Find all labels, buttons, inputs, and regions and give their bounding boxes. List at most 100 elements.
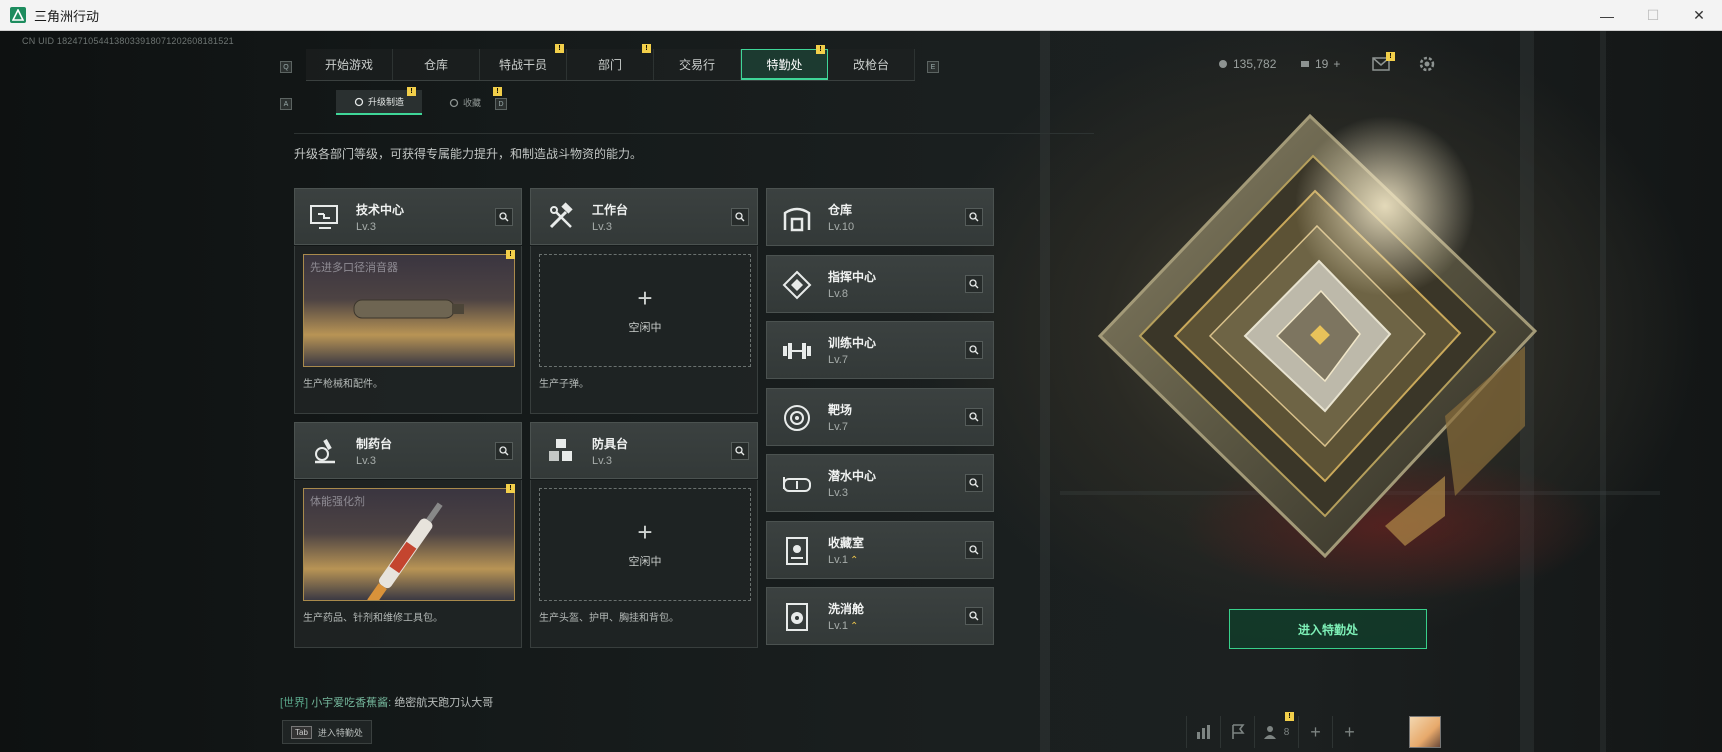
add-ticket-button[interactable]: + (1333, 57, 1340, 71)
facility-level: Lv.1 ⌃ (828, 620, 859, 632)
production-slot[interactable]: 先进多口径消音器 (303, 254, 515, 367)
add-slot-icon[interactable]: + (1332, 716, 1366, 748)
subtab-0[interactable]: 升级制造! (336, 87, 422, 115)
bottom-toolbar: 8 ! + + (1186, 712, 1366, 748)
notification-badge: ! (555, 44, 564, 53)
minimize-button[interactable]: — (1584, 0, 1630, 31)
page-description: 升级各部门等级，可获得专属能力提升，和制造战斗物资的能力。 (294, 147, 643, 161)
tab-3[interactable]: 部门! (567, 44, 654, 80)
coin-icon (1219, 60, 1227, 68)
facility-name: 制药台 (356, 437, 393, 451)
friends-icon (1263, 726, 1276, 739)
empty-production-slot[interactable]: + 空闲中 (539, 488, 751, 601)
tab-label: 特勤处 (766, 57, 803, 72)
magnify-icon[interactable] (495, 208, 513, 226)
facility-card-body[interactable]: 体能强化剂! 生产药品、针剂和维修工具包。 (294, 480, 522, 648)
facility-card-header[interactable]: 工作台 Lv.3 (530, 188, 758, 245)
flag-icon[interactable] (1220, 716, 1254, 748)
facility-card-body[interactable]: 先进多口径消音器! 生产枪械和配件。 (294, 246, 522, 414)
add-production-icon: + (637, 517, 653, 547)
facility-card-warehouse[interactable]: 仓库 Lv.10 (766, 188, 994, 246)
facility-level: Lv.3 (356, 455, 376, 467)
magnify-icon[interactable] (965, 274, 983, 293)
product-name: 先进多口径消音器 (310, 262, 398, 274)
tab-2[interactable]: 特战干员! (480, 44, 567, 80)
maximize-button[interactable]: ☐ (1630, 0, 1676, 31)
chat-line[interactable]: [世界] 小宇爱吃香蕉酱: 绝密航天跑刀认大哥 (280, 694, 493, 710)
facility-level: Lv.7 (828, 420, 848, 433)
facility-card-radiation[interactable]: 洗消舱 Lv.1 ⌃ (766, 587, 994, 645)
player-avatar[interactable] (1409, 716, 1441, 748)
production-slot[interactable]: 体能强化剂 (303, 488, 515, 601)
magnify-icon[interactable] (965, 341, 983, 359)
subtab-label: 收藏 (462, 98, 481, 108)
warehouse-icon (775, 196, 819, 240)
facility-card-header[interactable]: 制药台 Lv.3 (294, 422, 522, 479)
divider (294, 133, 1094, 134)
magnify-icon[interactable] (495, 442, 513, 460)
magnify-icon[interactable] (731, 208, 749, 226)
tab-6[interactable]: 改枪台 (828, 49, 915, 80)
nav-next-key[interactable]: E (927, 61, 939, 73)
settings-gear-icon[interactable] (1418, 55, 1436, 78)
tab-0[interactable]: 开始游戏 (306, 49, 393, 80)
idle-label: 空闲中 (628, 322, 662, 334)
facility-card-command[interactable]: 指挥中心 Lv.8 (766, 254, 994, 313)
facility-card-diving-mask[interactable]: 潜水中心 Lv.3 (766, 454, 994, 512)
facility-card-body[interactable]: + 空闲中 生产头盔、护甲、胸挂和背包。 (530, 480, 758, 648)
facility-name: 潜水中心 (828, 469, 877, 483)
coin-balance: 135,782 (1218, 57, 1276, 71)
diving-mask-icon (775, 462, 819, 506)
cubes-icon (539, 429, 583, 473)
notification-badge: ! (816, 45, 825, 54)
notification-badge: ! (407, 87, 416, 96)
facility-level: Lv.3 (828, 487, 848, 499)
tab-4[interactable]: 交易行 (654, 49, 741, 80)
facility-level: Lv.7 (828, 354, 848, 366)
magnify-icon[interactable] (965, 407, 983, 426)
command-icon (775, 263, 819, 307)
magnify-icon[interactable] (965, 208, 983, 226)
nav-prev-key[interactable]: Q (280, 61, 292, 73)
facility-card-dumbbell[interactable]: 训练中心 Lv.7 (766, 321, 994, 379)
facility-name: 洗消舱 (828, 602, 865, 616)
tab-key-hint[interactable]: Tab 进入特勤处 (282, 720, 372, 744)
magnify-icon[interactable] (965, 474, 983, 492)
close-button[interactable]: ✕ (1676, 0, 1722, 31)
stats-icon[interactable] (1186, 716, 1220, 748)
tab-5[interactable]: 特勤处! (741, 45, 828, 80)
tab-label: 部门 (597, 58, 622, 72)
notification-badge: ! (642, 44, 651, 53)
add-slot-icon[interactable]: + (1298, 716, 1332, 748)
ticket-balance[interactable]: 19 + (1300, 57, 1340, 71)
enter-special-ops-button[interactable]: 进入特勤处 (1229, 609, 1427, 649)
friends-button[interactable]: 8 ! (1254, 712, 1298, 748)
chat-user[interactable]: 小宇爱吃香蕉酱: (311, 697, 391, 709)
facility-card-header[interactable]: 技术中心 Lv.3 (294, 188, 522, 245)
magnify-icon[interactable] (965, 607, 983, 625)
magnify-icon[interactable] (731, 442, 749, 460)
facility-level: Lv.3 (356, 221, 376, 233)
facility-card-collection[interactable]: 收藏室 Lv.1 ⌃ (766, 520, 994, 579)
coin-amount: 135,782 (1233, 57, 1277, 71)
facility-level: Lv.3 (592, 455, 612, 467)
mail-icon[interactable]: ! (1372, 52, 1395, 76)
subnav-next-key[interactable]: D (495, 98, 507, 110)
empty-production-slot[interactable]: + 空闲中 (539, 254, 751, 367)
facility-card-target[interactable]: 靶场 Lv.7 (766, 387, 994, 446)
notification-badge: ! (493, 87, 502, 96)
tab-1[interactable]: 仓库 (393, 49, 480, 80)
subnav-prev-key[interactable]: A (280, 98, 292, 110)
magnify-icon[interactable] (965, 540, 983, 559)
facility-card-body[interactable]: + 空闲中 生产子弹。 (530, 246, 758, 414)
collection-icon (775, 529, 819, 573)
player-uid: CN UID 182471054413803391807120260818152… (22, 36, 234, 46)
tab-key: Tab (291, 725, 312, 739)
facility-level: Lv.1 ⌃ (828, 553, 859, 566)
tab-label: 交易行 (678, 58, 715, 72)
subtab-label: 升级制造 (367, 97, 404, 107)
facility-name: 防具台 (592, 437, 629, 451)
facility-name: 训练中心 (828, 336, 877, 350)
facility-card-header[interactable]: 防具台 Lv.3 (530, 422, 758, 479)
facility-level: Lv.10 (828, 221, 855, 233)
